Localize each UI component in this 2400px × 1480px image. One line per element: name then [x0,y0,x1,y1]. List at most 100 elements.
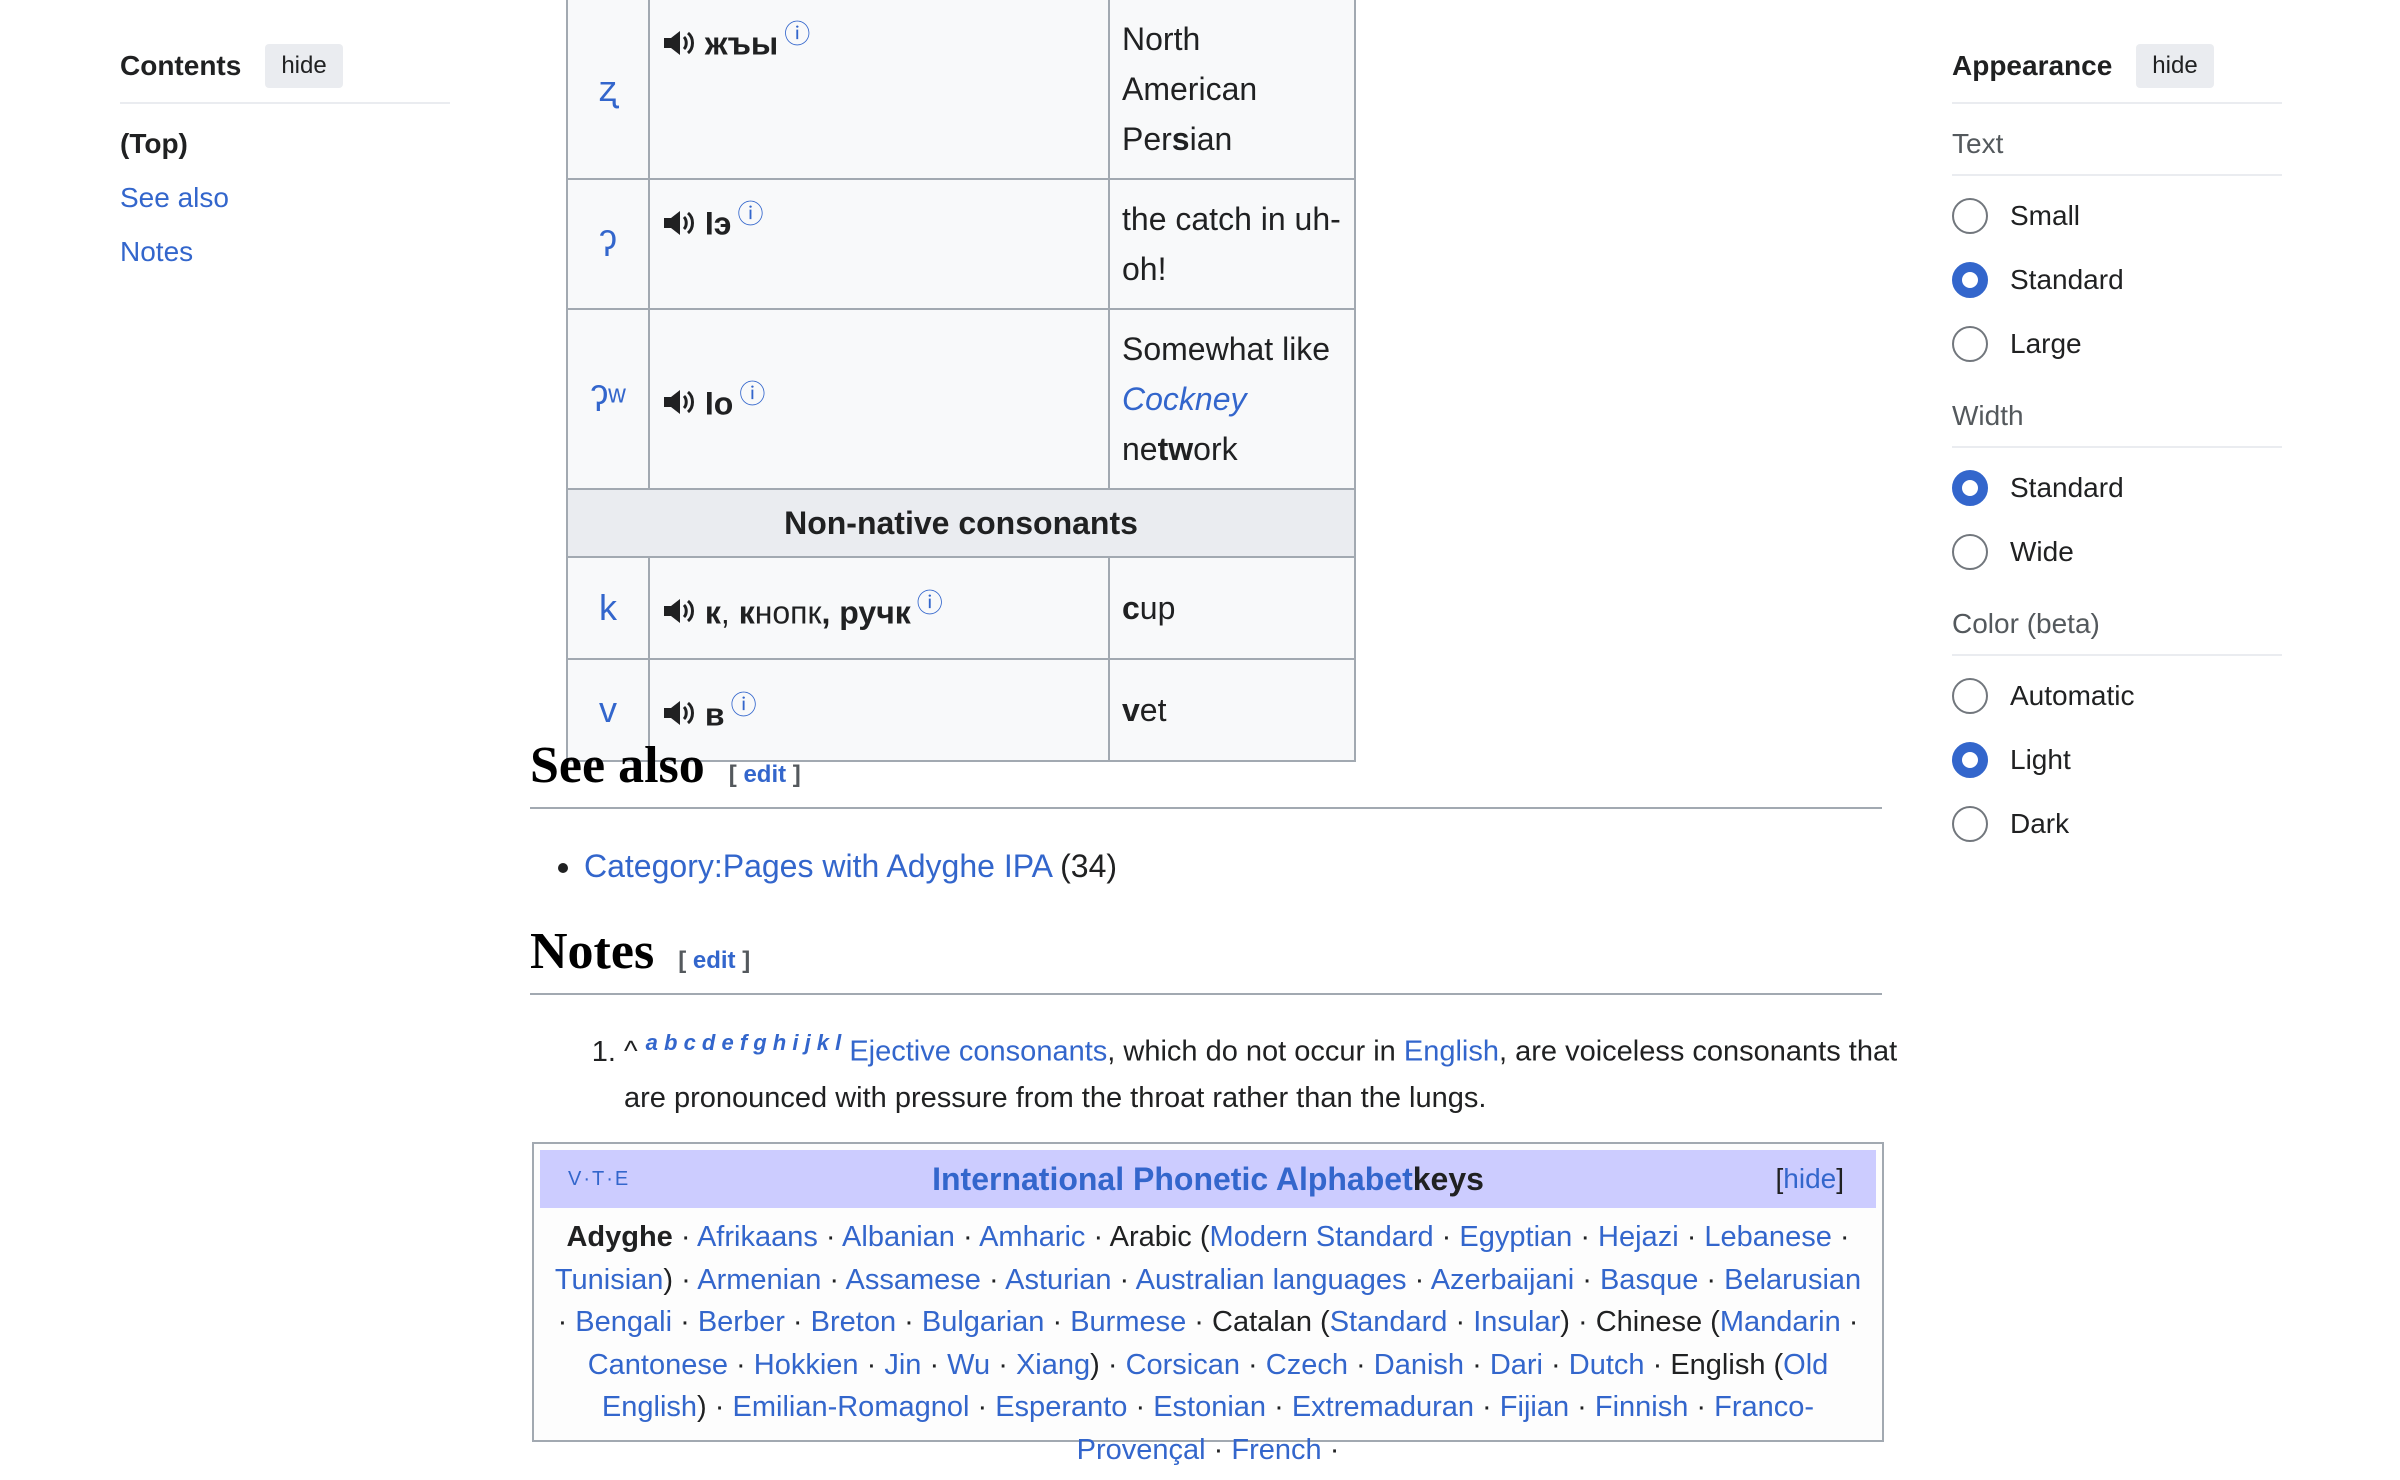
english-text: oh! [1122,251,1167,287]
speaker-icon[interactable] [662,387,696,424]
radio-button[interactable] [1952,262,1988,298]
language-link[interactable]: Jin [884,1349,921,1381]
language-link[interactable]: Egyptian [1459,1221,1572,1253]
language-link[interactable]: Mandarin [1720,1306,1841,1338]
language-link[interactable]: Afrikaans [697,1221,818,1253]
language-link[interactable]: Wu [947,1349,990,1381]
see-also-list: Category:Pages with Adyghe IPA (34) [552,848,1117,885]
info-icon[interactable]: ⓘ [731,690,757,720]
info-icon[interactable]: ⓘ [737,199,763,229]
toc-title: Contents [120,50,242,81]
language-link[interactable]: Estonian [1153,1391,1266,1423]
toc-hide-button[interactable]: hide [265,44,343,88]
language-link[interactable]: Esperanto [995,1391,1127,1423]
ipa-symbol[interactable]: ʔʷ [566,308,650,490]
info-icon[interactable]: ⓘ [917,588,943,618]
speaker-icon[interactable] [662,208,696,245]
language-link[interactable]: Australian languages [1136,1264,1407,1296]
speaker-icon[interactable] [662,28,696,65]
language-link[interactable]: French [1231,1434,1321,1466]
appearance-panel: Appearance hide Text Small Standard Larg… [1952,44,2282,856]
language-link[interactable]: Dari [1490,1349,1543,1381]
radio-width-wide[interactable]: Wide [1952,520,2282,584]
language-link[interactable]: Fijian [1500,1391,1569,1423]
cockney-link[interactable]: Cockney [1122,381,1247,417]
language-link[interactable]: Berber [698,1306,785,1338]
english-link[interactable]: English [1404,1036,1499,1068]
info-icon[interactable]: ⓘ [739,379,765,409]
language-link[interactable]: Bengali [575,1306,672,1338]
separator: · [1678,1221,1705,1253]
english-text: Somewhat like [1122,331,1331,367]
language-link[interactable]: Tunisian [555,1264,664,1296]
language-link[interactable]: Azerbaijani [1431,1264,1574,1296]
vte-links[interactable]: V·T·E [568,1168,630,1191]
ipa-symbol[interactable]: ʔ [566,178,650,310]
toc-item-see-also[interactable]: See also [120,182,450,214]
language-link[interactable]: Belarusian [1724,1264,1861,1296]
radio-button[interactable] [1952,678,1988,714]
language-link[interactable]: Burmese [1070,1306,1186,1338]
radio-button[interactable] [1952,326,1988,362]
speaker-icon[interactable] [662,596,696,633]
toc-item-notes[interactable]: Notes [120,236,450,268]
language-link[interactable]: Dutch [1569,1349,1645,1381]
language-link[interactable]: Bulgarian [922,1306,1045,1338]
ipa-symbol[interactable]: k [566,556,650,660]
language-link[interactable]: Xiang [1016,1349,1090,1381]
language-link[interactable]: Asturian [1005,1264,1111,1296]
ejective-link[interactable]: Ejective consonants [849,1036,1107,1068]
table-row: k к, кнопк, ручк ⓘ cup [566,556,1356,660]
language-link[interactable]: Lebanese [1704,1221,1831,1253]
width-label: Width [1952,382,2282,448]
toc-item-top[interactable]: (Top) [120,128,450,160]
ipa-link[interactable]: ʐ [599,68,617,109]
language-link[interactable]: Czech [1266,1349,1348,1381]
language-link[interactable]: Standard [1330,1306,1448,1338]
ipa-link[interactable]: v [599,689,617,730]
language-link[interactable]: Assamese [846,1264,981,1296]
ipa-link[interactable]: ʔ [599,223,617,264]
edit-link[interactable]: edit [743,761,786,788]
radio-text-standard[interactable]: Standard [1952,248,2282,312]
language-link[interactable]: Armenian [697,1264,821,1296]
radio-button[interactable] [1952,198,1988,234]
language-link[interactable]: Cantonese [588,1349,728,1381]
language-link[interactable]: Albanian [842,1221,955,1253]
radio-text-large[interactable]: Large [1952,312,2282,376]
info-icon[interactable]: ⓘ [784,19,810,49]
appearance-hide-button[interactable]: hide [2136,44,2214,88]
language-link[interactable]: Hokkien [754,1349,859,1381]
language-link[interactable]: Corsican [1126,1349,1240,1381]
language-link[interactable]: Modern Standard [1210,1221,1434,1253]
language-link[interactable]: Basque [1600,1264,1698,1296]
navbox-hide-button[interactable]: hide [1783,1163,1836,1194]
language-link[interactable]: Extremaduran [1292,1391,1474,1423]
radio-color-dark[interactable]: Dark [1952,792,2282,856]
radio-button[interactable] [1952,806,1988,842]
radio-text-small[interactable]: Small [1952,184,2282,248]
ipa-title-link[interactable]: International Phonetic Alphabet [932,1161,1413,1198]
ipa-link[interactable]: ʔʷ [590,378,625,419]
radio-button[interactable] [1952,534,1988,570]
radio-color-automatic[interactable]: Automatic [1952,664,2282,728]
language-link[interactable]: Hejazi [1598,1221,1679,1253]
ipa-link[interactable]: k [599,587,617,628]
radio-label: Automatic [2010,680,2135,711]
edit-link[interactable]: edit [693,947,736,974]
ipa-symbol[interactable]: ʐ [566,0,650,180]
category-link[interactable]: Category:Pages with Adyghe IPA [584,848,1051,884]
radio-button[interactable] [1952,470,1988,506]
radio-color-light[interactable]: Light [1952,728,2282,792]
language-link[interactable]: Insular [1473,1306,1560,1338]
language-link[interactable]: Amharic [979,1221,1085,1253]
language-link[interactable]: Finnish [1595,1391,1689,1423]
language-link[interactable]: Breton [811,1306,896,1338]
radio-width-standard[interactable]: Standard [1952,456,2282,520]
language-link[interactable]: Emilian-Romagnol [733,1391,970,1423]
language-link[interactable]: Danish [1374,1349,1464,1381]
appearance-title: Appearance [1952,50,2113,81]
backref-letters[interactable]: a b c d e f g h i j k l [646,1030,842,1055]
radio-button[interactable] [1952,742,1988,778]
speaker-icon[interactable] [662,698,696,735]
